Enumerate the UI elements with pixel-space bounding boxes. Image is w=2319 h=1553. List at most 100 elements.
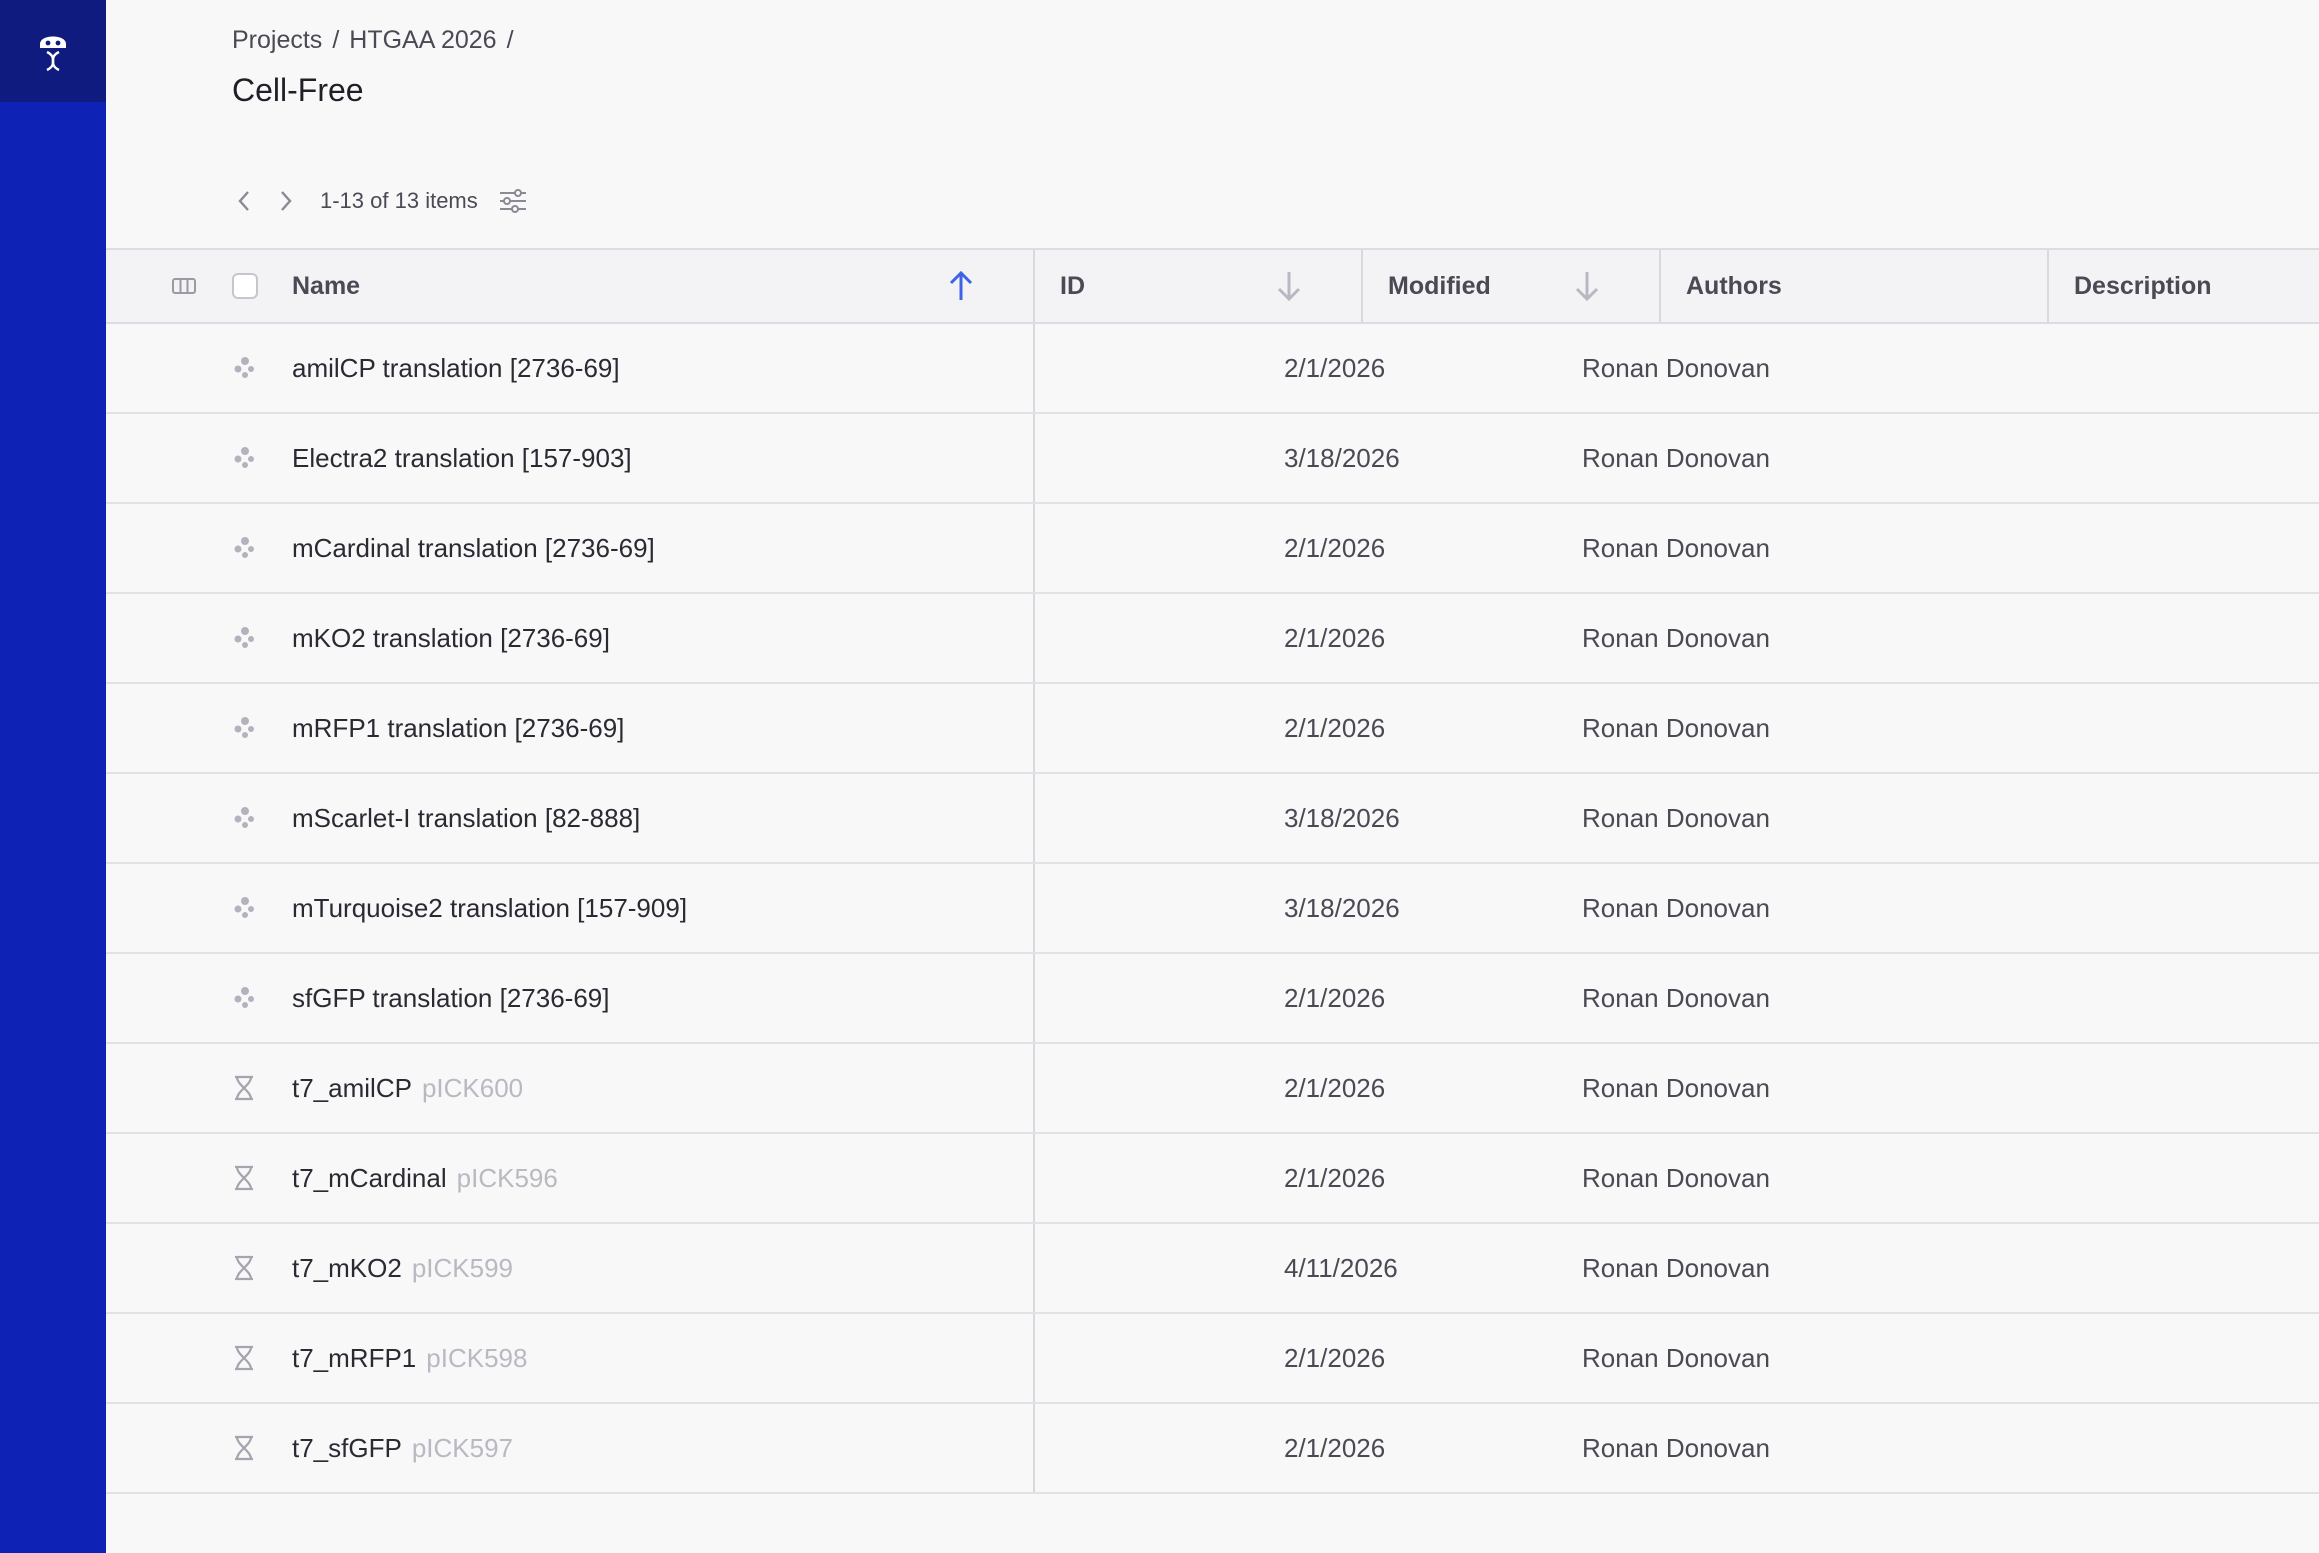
table-row[interactable]: Electra2 translation [157-903] 3/18/2026… (106, 414, 2319, 504)
protein-translation-icon (234, 447, 254, 468)
translation-icon (232, 684, 258, 772)
cell-modified: 3/18/2026 (1284, 442, 1400, 473)
item-name: mScarlet-I translation [82-888] (292, 802, 641, 833)
cell-modified: 2/1/2026 (1284, 352, 1386, 383)
item-name: t7_mRFP1 (292, 1342, 417, 1373)
hourglass-icon (235, 1165, 253, 1191)
cell-name[interactable]: t7_mCardinal pICK596 (292, 1134, 558, 1222)
items-table: Name ID Modified Authors Description ami… (106, 248, 2319, 1494)
breadcrumb: Projects / HTGAA 2026 / (232, 26, 514, 55)
cell-name[interactable]: mScarlet-I translation [82-888] (292, 774, 650, 862)
sequence-icon (232, 1404, 256, 1492)
cell-modified: 2/1/2026 (1284, 712, 1386, 743)
translation-icon (232, 954, 258, 1042)
filter-button[interactable] (498, 188, 528, 214)
cell-name[interactable]: sfGFP translation [2736-69] (292, 954, 619, 1042)
hourglass-icon (235, 1435, 253, 1461)
cell-name[interactable]: t7_sfGFP pICK597 (292, 1404, 513, 1492)
table-row[interactable]: t7_sfGFP pICK597 2/1/2026 Ronan Donovan (106, 1404, 2319, 1494)
column-divider (2047, 250, 2049, 322)
sequence-icon (232, 1314, 256, 1402)
column-header-name[interactable]: Name (266, 250, 1034, 322)
item-name: t7_mKO2 (292, 1252, 402, 1283)
cell-name[interactable]: t7_mKO2 pICK599 (292, 1224, 513, 1312)
cell-authors: Ronan Donovan (1582, 1252, 1770, 1283)
cell-authors: Ronan Donovan (1582, 982, 1770, 1013)
column-header-modified[interactable]: Modified (1362, 250, 1660, 322)
protein-translation-icon (234, 717, 254, 738)
arrow-down-icon (1277, 272, 1301, 302)
column-header-authors[interactable]: Authors (1660, 250, 2048, 322)
breadcrumb-htgaa-2026[interactable]: HTGAA 2026 (349, 26, 496, 55)
page-title: Cell-Free (232, 72, 364, 108)
cell-modified: 3/18/2026 (1284, 892, 1400, 923)
cell-modified: 2/1/2026 (1284, 1432, 1386, 1463)
table-body: amilCP translation [2736-69] 2/1/2026 Ro… (106, 324, 2319, 1494)
sequence-icon (232, 1134, 256, 1222)
sort-ascending-button[interactable] (948, 270, 974, 302)
column-header-id[interactable]: ID (1034, 250, 1362, 322)
cell-name[interactable]: mCardinal translation [2736-69] (292, 504, 665, 592)
cell-authors: Ronan Donovan (1582, 802, 1770, 833)
cell-modified: 4/11/2026 (1284, 1252, 1398, 1283)
column-label-authors: Authors (1686, 271, 1782, 300)
cell-name[interactable]: amilCP translation [2736-69] (292, 324, 630, 412)
table-row[interactable]: mKO2 translation [2736-69] 2/1/2026 Rona… (106, 594, 2319, 684)
sort-button-id[interactable] (1276, 270, 1302, 302)
next-page-button[interactable] (272, 181, 300, 221)
cell-name[interactable]: Electra2 translation [157-903] (292, 414, 642, 502)
cell-authors: Ronan Donovan (1582, 1072, 1770, 1103)
chevron-left-icon (238, 191, 249, 211)
cell-name[interactable]: mTurquoise2 translation [157-909] (292, 864, 697, 952)
item-name: mCardinal translation [2736-69] (292, 532, 655, 563)
sequence-icon (232, 1044, 256, 1132)
cell-name[interactable]: mKO2 translation [2736-69] (292, 594, 620, 682)
table-row[interactable]: sfGFP translation [2736-69] 2/1/2026 Ron… (106, 954, 2319, 1044)
item-name: mKO2 translation [2736-69] (292, 622, 610, 653)
protein-translation-icon (234, 537, 254, 558)
cell-authors: Ronan Donovan (1582, 1162, 1770, 1193)
cell-modified: 2/1/2026 (1284, 532, 1386, 563)
cell-modified: 3/18/2026 (1284, 802, 1400, 833)
item-plasmid-id: pICK600 (421, 1072, 524, 1103)
app-logo[interactable] (0, 0, 106, 102)
column-settings-button[interactable] (164, 250, 204, 322)
table-row[interactable]: t7_mCardinal pICK596 2/1/2026 Ronan Dono… (106, 1134, 2319, 1224)
column-label-modified: Modified (1388, 271, 1491, 300)
item-name: t7_mCardinal (292, 1162, 447, 1193)
checkbox[interactable] (232, 273, 258, 299)
cell-modified: 2/1/2026 (1284, 982, 1386, 1013)
sort-button-modified[interactable] (1574, 270, 1600, 302)
table-row[interactable]: mRFP1 translation [2736-69] 2/1/2026 Ron… (106, 684, 2319, 774)
hourglass-icon (235, 1345, 253, 1371)
cell-name[interactable]: t7_amilCP pICK600 (292, 1044, 523, 1132)
item-count: 1-13 of 13 items (320, 188, 478, 213)
item-name: mRFP1 translation [2736-69] (292, 712, 625, 743)
column-divider (1033, 250, 1035, 322)
table-row[interactable]: mScarlet-I translation [82-888] 3/18/202… (106, 774, 2319, 864)
protein-translation-icon (234, 627, 254, 648)
breadcrumb-projects[interactable]: Projects (232, 26, 322, 55)
breadcrumb-separator: / (332, 26, 340, 54)
protein-translation-icon (234, 897, 254, 918)
item-plasmid-id: pICK599 (411, 1252, 514, 1283)
cell-name[interactable]: mRFP1 translation [2736-69] (292, 684, 634, 772)
item-plasmid-id: pICK596 (456, 1162, 558, 1193)
protein-translation-icon (234, 357, 254, 378)
cell-name[interactable]: t7_mRFP1 pICK598 (292, 1314, 527, 1402)
table-row[interactable]: t7_amilCP pICK600 2/1/2026 Ronan Donovan (106, 1044, 2319, 1134)
cell-modified: 2/1/2026 (1284, 1342, 1386, 1373)
column-header-description[interactable]: Description (2048, 250, 2319, 322)
arrow-down-icon (1575, 272, 1599, 302)
table-row[interactable]: t7_mKO2 pICK599 4/11/2026 Ronan Donovan (106, 1224, 2319, 1314)
main-content: Projects / HTGAA 2026 / Cell-Free 1-13 o… (106, 0, 2319, 1553)
column-label-description: Description (2074, 271, 2212, 300)
arrow-up-icon (949, 270, 973, 300)
previous-page-button[interactable] (230, 181, 258, 221)
hourglass-icon (235, 1255, 253, 1281)
table-row[interactable]: mTurquoise2 translation [157-909] 3/18/2… (106, 864, 2319, 954)
table-row[interactable]: amilCP translation [2736-69] 2/1/2026 Ro… (106, 324, 2319, 414)
table-row[interactable]: t7_mRFP1 pICK598 2/1/2026 Ronan Donovan (106, 1314, 2319, 1404)
table-row[interactable]: mCardinal translation [2736-69] 2/1/2026… (106, 504, 2319, 594)
translation-icon (232, 324, 258, 412)
